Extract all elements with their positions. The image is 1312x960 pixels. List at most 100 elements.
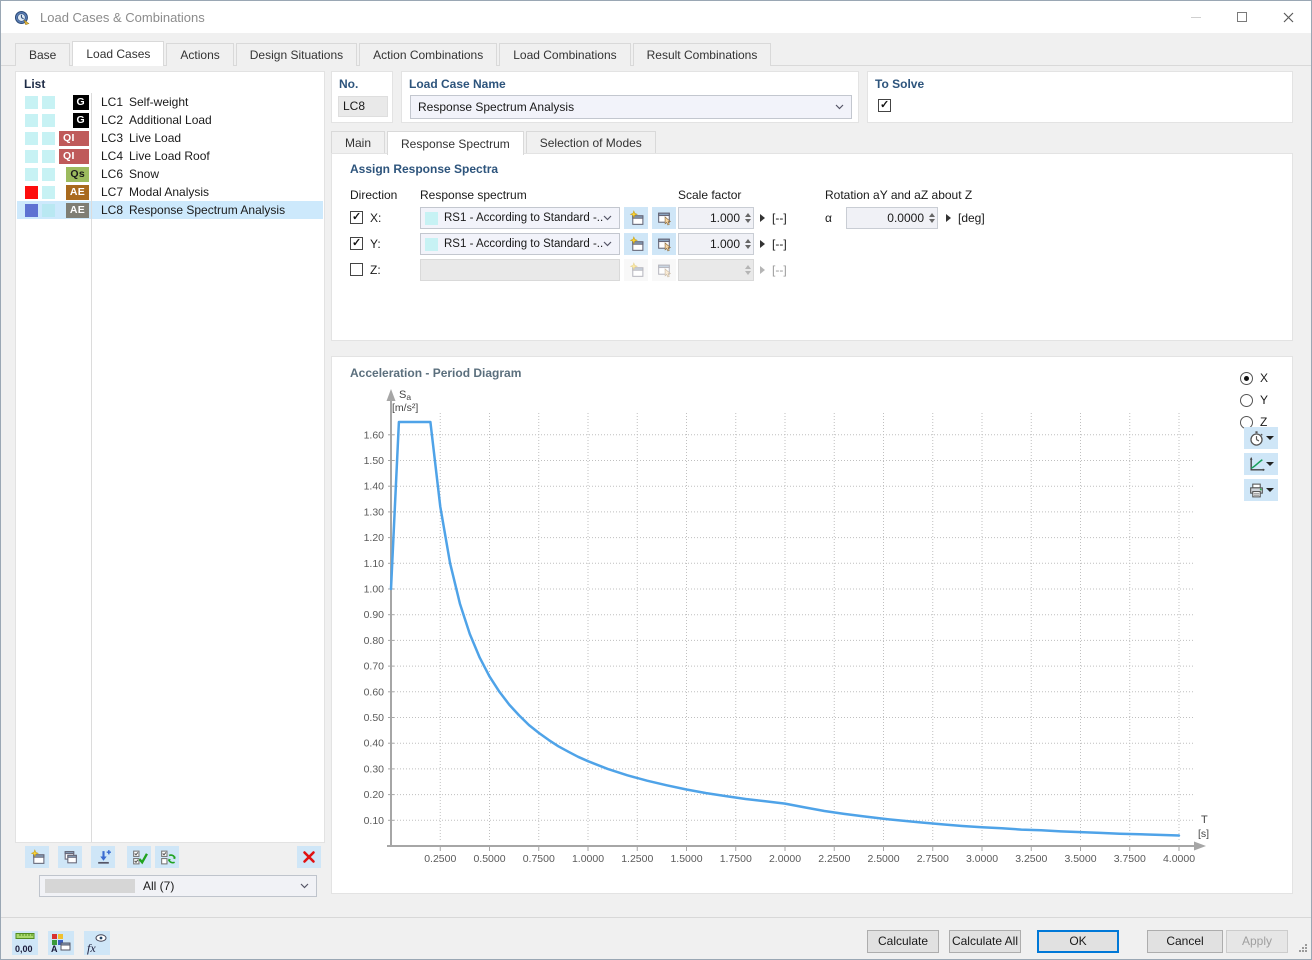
list-item-lc6[interactable]: QsLC6Snow: [17, 165, 323, 183]
load-case-list: GLC1Self-weightGLC2Additional LoadQI ALC…: [17, 93, 323, 219]
new-spectrum-y-button[interactable]: [624, 233, 648, 255]
list-item-lc1[interactable]: GLC1Self-weight: [17, 93, 323, 111]
print-diagram-button[interactable]: [1244, 479, 1278, 501]
svg-text:0.50: 0.50: [364, 712, 385, 724]
dropdown-caret-icon: [1266, 488, 1274, 492]
assign-header: Assign Response Spectra: [350, 162, 498, 176]
apply-button: Apply: [1226, 930, 1288, 953]
subtab-main[interactable]: Main: [331, 131, 385, 154]
scale-factor-x-field[interactable]: 1.000: [678, 207, 754, 229]
list-item-lc7[interactable]: AELC7Modal Analysis: [17, 183, 323, 201]
spinner-arrows[interactable]: [743, 239, 753, 249]
response-spectrum-panel: Assign Response Spectra Direction Respon…: [331, 153, 1293, 341]
resize-grip[interactable]: [1298, 942, 1308, 956]
svg-text:1.5000: 1.5000: [670, 853, 702, 865]
assign-row-y: Y: RS1 - According to Standard -... 1.00…: [332, 233, 1292, 255]
category-color-2: [42, 114, 55, 127]
svg-text:0.7500: 0.7500: [523, 853, 555, 865]
response-spectrum-y-combo[interactable]: RS1 - According to Standard -...: [420, 233, 620, 255]
subtab-response-spectrum[interactable]: Response Spectrum: [387, 131, 524, 155]
svg-text:2.0000: 2.0000: [769, 853, 801, 865]
import-load-case-button[interactable]: [91, 846, 115, 868]
svg-text:3.7500: 3.7500: [1114, 853, 1146, 865]
tab-design-situations[interactable]: Design Situations: [236, 43, 357, 66]
new-spectrum-x-button[interactable]: [624, 207, 648, 229]
delete-load-case-button[interactable]: [297, 846, 321, 868]
tab-base[interactable]: Base: [15, 43, 70, 66]
app-icon: [14, 9, 31, 26]
direction-x-label: X:: [370, 211, 381, 225]
tool-label: 0,00: [15, 944, 33, 954]
direction-x-checkbox[interactable]: [350, 211, 363, 224]
maximize-button[interactable]: [1219, 1, 1265, 33]
radio-x[interactable]: [1240, 372, 1253, 385]
svg-text:0.5000: 0.5000: [473, 853, 505, 865]
scale-factor-y-value: 1.000: [679, 237, 743, 251]
spinner-arrows[interactable]: [743, 213, 753, 223]
no-label: No.: [339, 77, 358, 91]
tab-load-cases[interactable]: Load Cases: [72, 41, 164, 66]
load-case-name-combo[interactable]: Response Spectrum Analysis: [410, 95, 852, 119]
list-item-lc3[interactable]: QI ALC3Live Load: [17, 129, 323, 147]
svg-text:1.60: 1.60: [364, 429, 385, 441]
column-spectrum: Response spectrum: [420, 188, 527, 202]
rotation-detail-arrow[interactable]: [946, 214, 951, 222]
sub-tabstrip: MainResponse SpectrumSelection of Modes: [331, 131, 1293, 154]
rotation-angle-field[interactable]: 0.0000: [846, 207, 938, 229]
svg-text:1.0000: 1.0000: [572, 853, 604, 865]
tool-label: fx: [87, 941, 96, 956]
radio-y[interactable]: [1240, 394, 1253, 407]
list-item-lc2[interactable]: GLC2Additional Load: [17, 111, 323, 129]
check-all-button[interactable]: [127, 846, 151, 868]
units-ruler-button[interactable]: 0,00: [12, 931, 38, 955]
tab-action-combinations[interactable]: Action Combinations: [359, 43, 497, 66]
invert-check-button[interactable]: [155, 846, 179, 868]
spectrum-x-value: RS1 - According to Standard -...: [444, 212, 603, 224]
rotation-unit: [deg]: [958, 211, 985, 225]
ok-button[interactable]: OK: [1037, 930, 1119, 953]
category-color-1: [25, 168, 38, 181]
category-color-2: [42, 96, 55, 109]
edit-window-icon: [656, 262, 673, 279]
category-color-1: [25, 204, 38, 217]
scale-factor-y-detail-arrow[interactable]: [760, 240, 765, 248]
edit-spectrum-x-button[interactable]: [652, 207, 676, 229]
scale-factor-z-detail-arrow: [760, 266, 765, 274]
svg-text:[m/s²]: [m/s²]: [392, 402, 418, 414]
badge-zone: QI A: [59, 131, 89, 146]
category-color-1: [25, 96, 38, 109]
new-load-case-button[interactable]: [25, 846, 49, 868]
diagram-options-button[interactable]: [1244, 453, 1278, 475]
response-spectrum-x-combo[interactable]: RS1 - According to Standard -...: [420, 207, 620, 229]
minimize-button[interactable]: [1173, 1, 1219, 33]
to-solve-checkbox[interactable]: [878, 99, 891, 112]
scale-factor-z-field: [678, 259, 754, 281]
period-frequency-button[interactable]: [1244, 427, 1278, 449]
cancel-button[interactable]: Cancel: [1147, 930, 1223, 953]
display-options-button[interactable]: A: [48, 931, 74, 955]
acceleration-period-plot: 0.100.200.300.400.500.600.700.800.901.00…: [342, 385, 1222, 885]
formula-eye-button[interactable]: fx: [84, 931, 110, 955]
load-case-name: Self-weight: [129, 95, 188, 109]
scale-factor-y-unit: [--]: [772, 237, 787, 251]
scale-factor-x-detail-arrow[interactable]: [760, 214, 765, 222]
direction-z-checkbox[interactable]: [350, 263, 363, 276]
close-button[interactable]: [1265, 1, 1311, 33]
subtab-selection-of-modes[interactable]: Selection of Modes: [526, 131, 656, 154]
tab-actions[interactable]: Actions: [166, 43, 233, 66]
list-item-lc4[interactable]: QI ALC4Live Load Roof: [17, 147, 323, 165]
column-scale: Scale factor: [678, 188, 741, 202]
calculate-button[interactable]: Calculate: [867, 930, 939, 953]
load-case-number: LC8: [101, 203, 125, 217]
scale-factor-y-field[interactable]: 1.000: [678, 233, 754, 255]
list-filter-combo[interactable]: All (7): [39, 875, 317, 897]
copy-load-case-button[interactable]: [58, 846, 82, 868]
list-item-lc8[interactable]: AELC8Response Spectrum Analysis: [17, 201, 323, 219]
direction-y-checkbox[interactable]: [350, 237, 363, 250]
calculate-all-button[interactable]: Calculate All: [949, 930, 1021, 953]
tab-load-combinations[interactable]: Load Combinations: [499, 43, 630, 66]
edit-spectrum-y-button[interactable]: [652, 233, 676, 255]
action-type-badge: QI A: [59, 131, 89, 146]
tab-result-combinations[interactable]: Result Combinations: [633, 43, 772, 66]
spinner-arrows[interactable]: [927, 213, 937, 223]
